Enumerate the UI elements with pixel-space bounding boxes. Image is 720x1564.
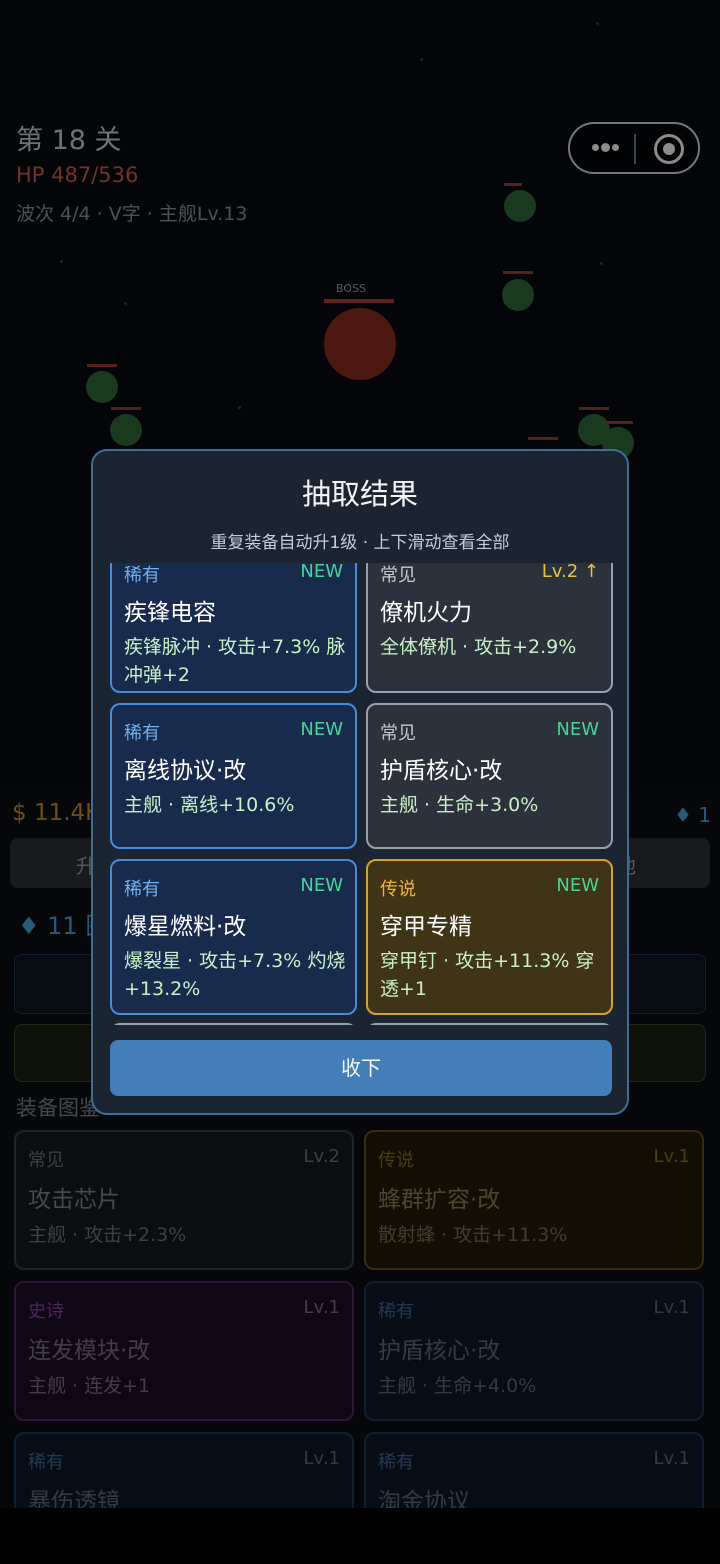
result-card-partial [110, 1023, 357, 1025]
card-rarity: 常见 [380, 723, 416, 744]
dialog-title: 抽取结果 [301, 477, 418, 511]
new-badge: NEW [300, 563, 343, 582]
card-effect: 疾锋脉冲 · 攻击+7.3% 脉冲弹+2 [124, 636, 346, 686]
new-badge: NEW [556, 719, 599, 740]
card-name: 僚机火力 [380, 600, 472, 626]
card-effect: 爆裂星 · 攻击+7.3% 灼烧+13.2% [124, 950, 346, 1000]
card-effect: 主舰 · 生命+3.0% [380, 794, 539, 816]
result-card: 稀有 NEW 爆星燃料·改 爆裂星 · 攻击+7.3% 灼烧+13.2% [110, 859, 357, 1015]
card-effect: 主舰 · 离线+10.6% [124, 794, 295, 816]
card-name: 离线协议·改 [124, 758, 247, 784]
result-card: 稀有 NEW 离线协议·改 主舰 · 离线+10.6% [110, 703, 357, 849]
new-badge: NEW [300, 875, 343, 896]
collect-button[interactable]: 收下 [110, 1040, 612, 1096]
bottom-safe-area [0, 1508, 720, 1564]
card-name: 疾锋电容 [124, 600, 216, 626]
card-rarity: 传说 [380, 879, 416, 900]
result-list[interactable]: 稀有 NEW 疾锋电容 疾锋脉冲 · 攻击+7.3% 脉冲弹+2 常见 Lv.2… [110, 563, 614, 1025]
card-name: 爆星燃料·改 [124, 914, 247, 940]
card-effect: 全体僚机 · 攻击+2.9% [380, 636, 577, 658]
card-name: 护盾核心·改 [380, 758, 503, 784]
card-rarity: 常见 [380, 565, 416, 586]
new-badge: NEW [300, 719, 343, 740]
dialog-subtitle: 重复装备自动升1级 · 上下滑动查看全部 [210, 533, 510, 553]
result-card: 常见 Lv.2 ↑ 僚机火力 全体僚机 · 攻击+2.9% [366, 563, 613, 693]
card-effect: 穿甲钉 · 攻击+11.3% 穿透+1 [380, 950, 595, 1000]
card-rarity: 稀有 [124, 565, 160, 586]
card-rarity: 稀有 [124, 879, 160, 900]
card-rarity: 稀有 [124, 723, 160, 744]
result-card: 传说 NEW 穿甲专精 穿甲钉 · 攻击+11.3% 穿透+1 [366, 859, 613, 1015]
result-card-partial [366, 1023, 613, 1025]
card-name: 穿甲专精 [380, 914, 472, 940]
result-card: 稀有 NEW 疾锋电容 疾锋脉冲 · 攻击+7.3% 脉冲弹+2 [110, 563, 357, 693]
result-card: 常见 NEW 护盾核心·改 主舰 · 生命+3.0% [366, 703, 613, 849]
level-up-badge: Lv.2 ↑ [541, 563, 599, 582]
new-badge: NEW [556, 875, 599, 896]
draw-result-dialog: 抽取结果 重复装备自动升1级 · 上下滑动查看全部 稀有 NEW 疾锋电容 疾锋… [91, 449, 629, 1115]
